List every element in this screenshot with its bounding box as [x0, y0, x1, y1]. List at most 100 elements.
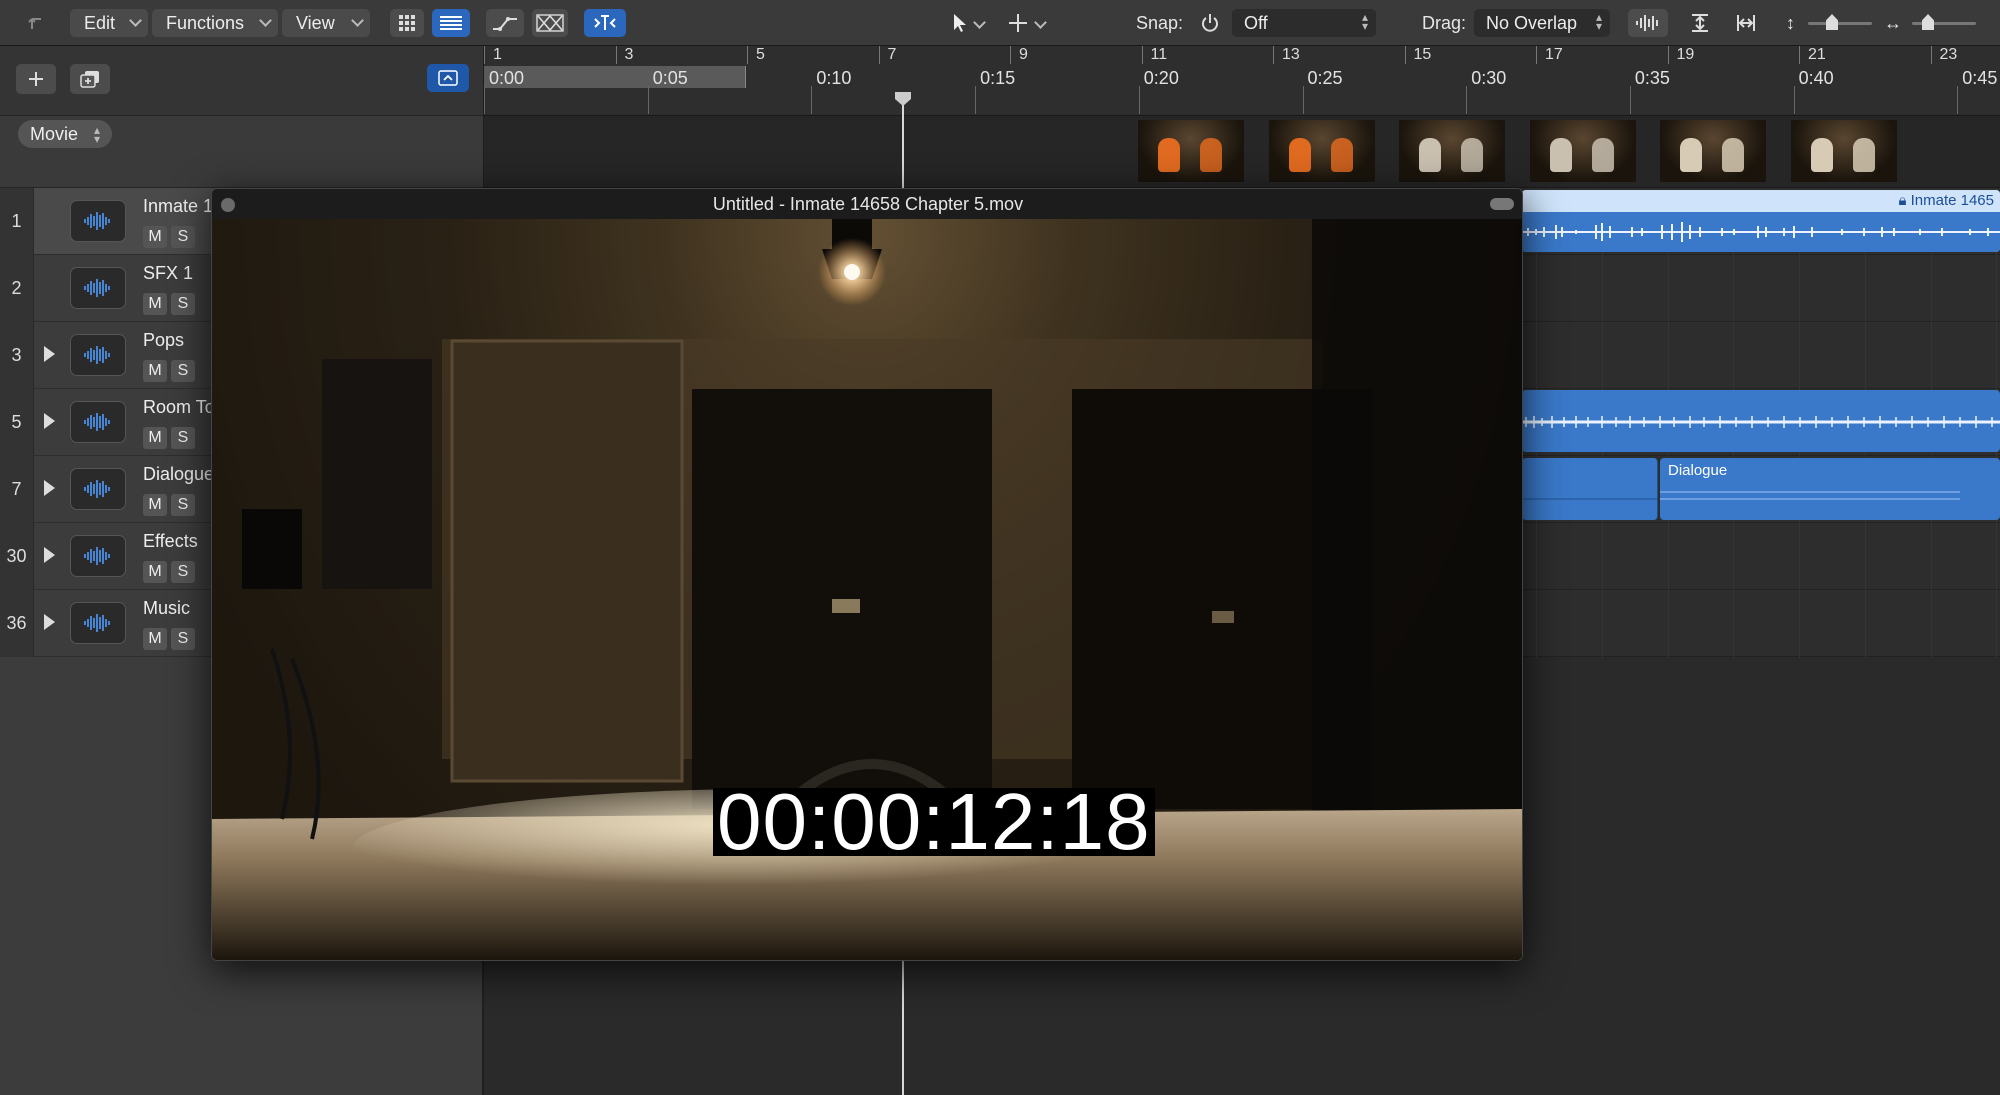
ruler-time-label: 0:45 [1962, 68, 1998, 88]
close-icon[interactable] [221, 198, 235, 212]
flex-time-button[interactable] [532, 9, 568, 37]
region-dialogue-b[interactable]: Dialogue [1660, 458, 2000, 520]
disclosure-triangle-icon[interactable] [44, 413, 55, 429]
vertical-zoom-knob[interactable] [1826, 14, 1838, 30]
ruler-bar-tick [1930, 46, 1932, 64]
list-view-button[interactable] [432, 9, 470, 37]
updown-chevron-icon: ▴ ▾ [93, 123, 101, 146]
snap-power-button[interactable] [1190, 9, 1230, 37]
timeline-ruler[interactable]: 1 3 5 7 9 11 13 15 17 19 21 23 0:00 0:05 0:10 0:15 0:20 0… [484, 46, 2000, 116]
mute-button[interactable]: M [143, 561, 167, 583]
audio-track-icon[interactable] [70, 535, 126, 577]
movie-thumbnail[interactable] [1268, 120, 1375, 182]
audio-track-icon[interactable] [70, 602, 126, 644]
horizontal-zoom-knob[interactable] [1922, 14, 1934, 30]
movie-window-title: Untitled - Inmate 14658 Chapter 5.mov [712, 193, 1024, 214]
marquee-tool-button[interactable] [1002, 9, 1034, 37]
track-name[interactable]: Music [143, 598, 190, 619]
mute-button[interactable]: M [143, 226, 167, 248]
pointer-tool-button[interactable] [944, 9, 976, 37]
track-name[interactable]: SFX 1 [143, 263, 193, 284]
movie-window[interactable]: Untitled - Inmate 14658 Chapter 5.mov 00… [211, 188, 1523, 961]
disclosure-triangle-icon[interactable] [44, 547, 55, 563]
solo-button[interactable]: S [171, 293, 195, 315]
ruler-bar-label: 7 [887, 46, 897, 63]
waveform-zoom-button[interactable] [1628, 9, 1668, 37]
audio-track-icon[interactable] [70, 401, 126, 443]
flex-icon [536, 14, 564, 32]
back-arrow-icon[interactable] [20, 9, 54, 37]
region-inmate[interactable]: 🔒︎ Inmate 1465 [1522, 190, 2000, 252]
chevron-down-icon[interactable] [1034, 16, 1047, 29]
audio-track-icon[interactable] [70, 468, 126, 510]
main-toolbar: Edit Functions View Snap: Off ▴ ▾ Drag: N… [0, 0, 2000, 46]
add-track-button[interactable] [16, 64, 56, 94]
functions-menu[interactable]: Functions [152, 9, 278, 37]
solo-button[interactable]: S [171, 561, 195, 583]
vertical-zoom-slider[interactable] [1808, 22, 1872, 25]
movie-window-titlebar[interactable]: Untitled - Inmate 14658 Chapter 5.mov [212, 189, 1522, 219]
plus-icon [29, 72, 43, 86]
region-room-tone[interactable] [1522, 390, 2000, 452]
disclosure-triangle-icon[interactable] [44, 480, 55, 496]
audio-track-icon[interactable] [70, 200, 126, 242]
movie-thumbnail[interactable] [1660, 120, 1766, 182]
solo-button[interactable]: S [171, 226, 195, 248]
collapse-global-tracks-button[interactable] [427, 64, 469, 92]
movie-thumbnail[interactable] [1790, 120, 1897, 182]
fit-horizontal-button[interactable] [1726, 9, 1766, 37]
automation-button[interactable] [486, 9, 524, 37]
mute-button[interactable]: M [143, 427, 167, 449]
power-icon [1202, 14, 1218, 32]
ruler-time-tick [1957, 86, 1959, 114]
vertical-zoom-icon: ↕ [1786, 12, 1795, 33]
disclosure-triangle-icon[interactable] [44, 346, 55, 362]
zoom-icon[interactable] [1490, 198, 1514, 210]
mute-button[interactable]: M [143, 360, 167, 382]
ruler-bar-tick [1404, 46, 1406, 64]
ruler-bar-tick [878, 46, 880, 64]
ruler-time-tick [1793, 86, 1795, 114]
ruler-time-label: 0:35 [1634, 68, 1670, 88]
mute-button[interactable]: M [143, 494, 167, 516]
mute-button[interactable]: M [143, 293, 167, 315]
view-menu[interactable]: View [282, 9, 370, 37]
ruler-bar-tick [747, 46, 748, 64]
drag-mode-select[interactable]: No Overlap ▴ ▾ [1474, 9, 1610, 37]
track-name[interactable]: Dialogue [143, 464, 214, 485]
track-number: 2 [0, 255, 34, 322]
track-name[interactable]: Room To [143, 397, 215, 418]
snap-select[interactable]: Off ▴ ▾ [1232, 9, 1376, 37]
movie-thumbnail[interactable] [1138, 120, 1244, 182]
fit-vertical-button[interactable] [1680, 9, 1720, 37]
edit-menu-label: Edit [84, 12, 116, 33]
movie-track-selector[interactable]: Movie ▴ ▾ [18, 120, 113, 148]
track-name[interactable]: Pops [143, 330, 184, 351]
solo-button[interactable]: S [171, 360, 195, 382]
solo-button[interactable]: S [171, 427, 195, 449]
track-name[interactable]: Inmate 1 [143, 196, 213, 217]
chevron-down-icon [129, 14, 142, 27]
ruler-bar-tick [1273, 46, 1274, 64]
audio-track-icon[interactable] [70, 334, 126, 376]
movie-thumbnail[interactable] [1399, 120, 1505, 182]
region-dialogue-a[interactable] [1522, 458, 1658, 520]
solo-button[interactable]: S [171, 628, 195, 650]
horizontal-zoom-slider[interactable] [1912, 22, 1976, 25]
pointer-arrow-icon [954, 14, 966, 32]
movie-thumbnail[interactable] [1529, 120, 1636, 182]
figure-shape [1591, 138, 1614, 172]
figure-shape [1288, 138, 1311, 172]
new-track-with-settings-button[interactable] [70, 64, 110, 94]
solo-button[interactable]: S [171, 494, 195, 516]
drag-mode-value: No Overlap [1486, 12, 1578, 33]
track-name[interactable]: Effects [143, 531, 198, 552]
disclosure-triangle-icon[interactable] [44, 614, 55, 630]
global-bar [0, 46, 483, 116]
mute-button[interactable]: M [143, 628, 167, 650]
grid-view-button[interactable] [390, 9, 424, 37]
edit-menu[interactable]: Edit [70, 9, 148, 37]
catch-playhead-button[interactable] [584, 9, 626, 37]
ruler-bar-label: 19 [1676, 46, 1695, 63]
audio-track-icon[interactable] [70, 267, 126, 309]
